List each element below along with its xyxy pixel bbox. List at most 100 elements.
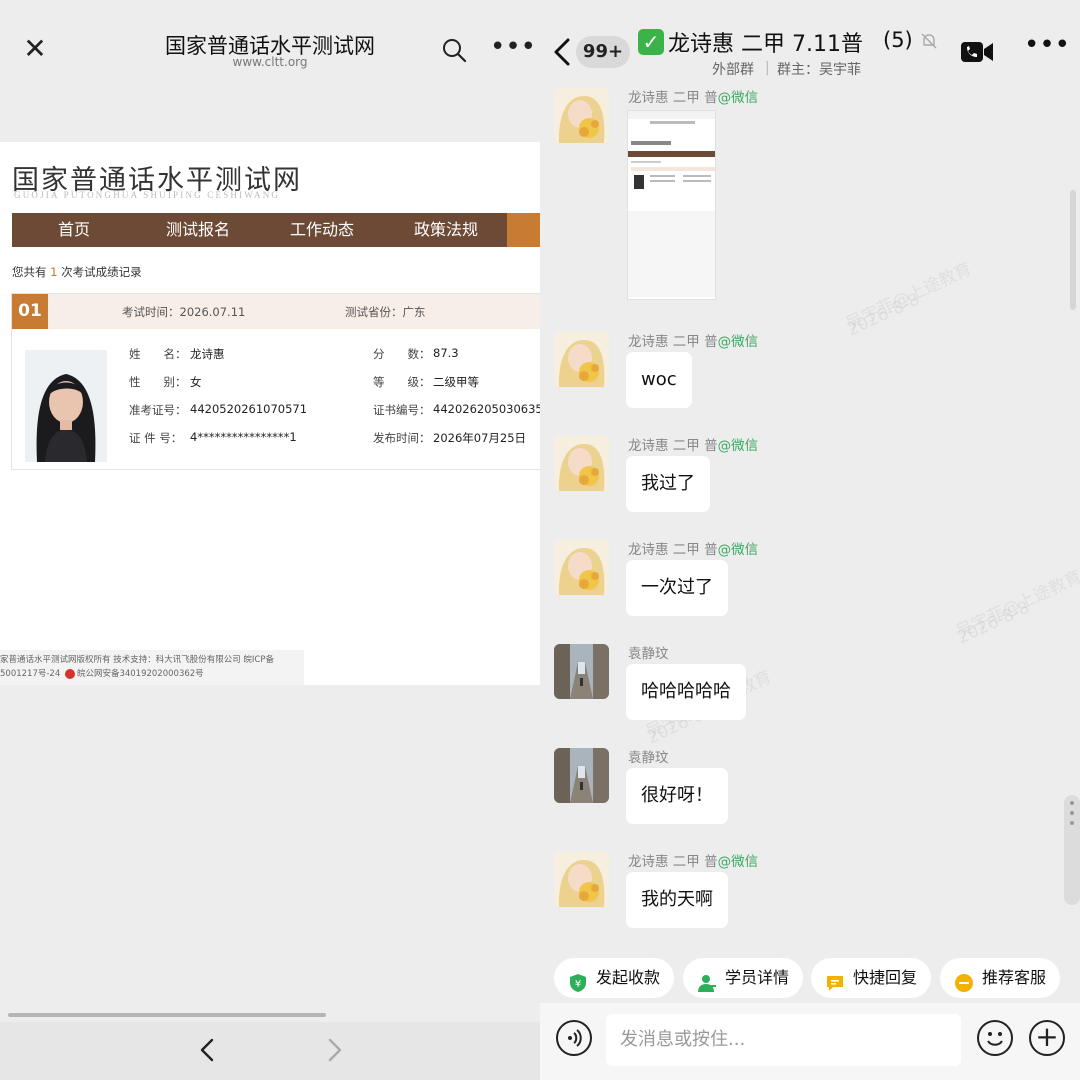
chat-input-bar: 发消息或按住... + [540, 1003, 1080, 1080]
card-number: 01 [12, 294, 48, 329]
check-mark-icon: ✓ [638, 29, 664, 55]
nav-more-edge[interactable] [507, 213, 540, 247]
action-request-payment[interactable]: ¥ 发起收款 [554, 958, 675, 998]
sender-name: 龙诗惠 二甲 普@微信 [628, 86, 758, 106]
screenshot: ✕ 国家普通话水平测试网 www.cltt.org ••• 国家普通话水平测试网… [0, 0, 1080, 1080]
nav-news[interactable]: 工作动态 [260, 213, 384, 247]
unread-badge[interactable]: 99+ [576, 36, 630, 68]
avatar[interactable] [554, 332, 609, 387]
web-content: 国家普通话水平测试网 GUOJIA PUTONGHUA SHUIPING CES… [0, 142, 540, 685]
quick-actions-bar: ¥ 发起收款 学员详情 快捷回复 推荐客服 [540, 958, 1080, 998]
field-label-admission: 准考证号： [129, 403, 187, 417]
sender-name: 袁静玟 [628, 642, 669, 662]
chevron-left-icon[interactable] [194, 1034, 222, 1066]
chevron-right-icon[interactable] [320, 1034, 348, 1066]
sender-label: 龙诗惠 二甲 普 [628, 90, 718, 106]
sender-via: @微信 [717, 854, 759, 870]
phone-video-call-icon[interactable] [960, 40, 994, 64]
footer-line2: 5001217号-24 皖公网安备34019202000362号 [0, 667, 304, 681]
message-bubble[interactable]: 哈哈哈哈哈 [626, 664, 746, 720]
card-header [12, 294, 540, 329]
browser-bottom-nav [0, 1022, 540, 1080]
field-label-score: 分 数： [373, 347, 431, 361]
field-label-level: 等 级： [373, 375, 431, 389]
field-value-level: 二级甲等 [433, 375, 479, 389]
page-url: www.cltt.org [232, 55, 308, 69]
group-owner: 群主：吴宇菲 [777, 62, 861, 78]
site-nav: 首页 测试报名 工作动态 政策法规 [12, 213, 540, 247]
svg-text:¥: ¥ [575, 979, 581, 990]
record-count: 1 [50, 265, 58, 279]
field-label-idcard: 证 件 号： [129, 431, 183, 445]
side-drag-handle[interactable] [1064, 795, 1080, 905]
sender-via: @微信 [717, 90, 759, 106]
mute-bell-icon [920, 32, 938, 50]
emoji-icon[interactable] [977, 1020, 1013, 1056]
candidate-photo [25, 350, 107, 462]
avatar[interactable] [554, 644, 609, 699]
more-icon[interactable]: ••• [490, 34, 536, 64]
footer-line1: 家普通话水平测试网版权所有 技术支持：科大讯飞股份有限公司 皖ICP备 [0, 655, 274, 665]
plus-icon[interactable]: + [1029, 1020, 1065, 1056]
action-label: 快捷回复 [853, 968, 918, 987]
footer-icp[interactable]: 5001217号-24 [0, 669, 60, 679]
message-input[interactable]: 发消息或按住... [606, 1014, 961, 1066]
nav-home[interactable]: 首页 [12, 213, 136, 247]
action-student-details[interactable]: 学员详情 [683, 958, 804, 998]
exam-time: 考试时间：2026.07.11 [122, 304, 245, 320]
field-label-publish: 发布时间： [373, 431, 431, 445]
record-suffix: 次考试成绩记录 [61, 265, 142, 279]
sender-label: 袁静玟 [628, 750, 669, 766]
chat-title: 龙诗惠 二甲 7.11普 [668, 32, 863, 57]
avatar[interactable] [554, 852, 609, 907]
sender-via: @微信 [717, 334, 759, 350]
member-count: (5) [883, 28, 913, 52]
action-label: 发起收款 [596, 968, 661, 987]
close-icon[interactable]: ✕ [20, 34, 50, 64]
service-icon [954, 968, 974, 992]
message-bubble[interactable]: 我的天啊 [626, 872, 728, 928]
message-bubble[interactable]: woc [626, 352, 692, 408]
nav-registration[interactable]: 测试报名 [136, 213, 260, 247]
sender-label: 龙诗惠 二甲 普 [628, 334, 718, 350]
payment-shield-icon: ¥ [568, 968, 588, 992]
chat-bubble-icon [825, 968, 845, 991]
sender-label: 袁静玟 [628, 646, 669, 662]
message-bubble[interactable]: 一次过了 [626, 560, 728, 616]
sender-label: 龙诗惠 二甲 普 [628, 542, 718, 558]
browser-pane: ✕ 国家普通话水平测试网 www.cltt.org ••• 国家普通话水平测试网… [0, 0, 540, 1080]
sender-label: 龙诗惠 二甲 普 [628, 854, 718, 870]
field-label-name: 姓 名： [129, 347, 187, 361]
search-icon[interactable] [440, 36, 468, 64]
sender-name: 龙诗惠 二甲 普@微信 [628, 330, 758, 350]
action-recommend-service[interactable]: 推荐客服 [940, 958, 1061, 998]
exam-time-label: 考试时间： [122, 305, 180, 319]
action-quick-reply[interactable]: 快捷回复 [811, 958, 932, 998]
sender-name: 龙诗惠 二甲 普@微信 [628, 850, 758, 870]
group-type: 外部群 [712, 62, 754, 78]
nav-policy[interactable]: 政策法规 [384, 213, 508, 247]
voice-icon[interactable] [556, 1020, 592, 1056]
field-label-gender: 性 别： [129, 375, 187, 389]
avatar[interactable] [554, 88, 609, 143]
avatar[interactable] [554, 436, 609, 491]
sender-via: @微信 [717, 438, 759, 454]
image-message[interactable] [627, 110, 716, 300]
sender-label: 龙诗惠 二甲 普 [628, 438, 718, 454]
field-value-idcard: 4****************1 [190, 430, 297, 444]
field-value-score: 87.3 [433, 346, 459, 360]
record-summary: 您共有 1 次考试成绩记录 [12, 264, 142, 280]
message-bubble[interactable]: 很好呀！ [626, 768, 728, 824]
police-badge-icon [64, 668, 75, 679]
avatar[interactable] [554, 540, 609, 595]
message-bubble[interactable]: 我过了 [626, 456, 710, 512]
site-footer: 家普通话水平测试网版权所有 技术支持：科大讯飞股份有限公司 皖ICP备 5001… [0, 650, 304, 685]
footer-police[interactable]: 皖公网安备34019202000362号 [77, 669, 204, 679]
chat-scrollbar[interactable] [1070, 190, 1076, 310]
horizontal-scrollbar[interactable] [8, 1013, 326, 1017]
avatar[interactable] [554, 748, 609, 803]
more-icon[interactable]: ••• [1024, 32, 1070, 58]
back-icon[interactable] [550, 34, 574, 70]
action-label: 学员详情 [725, 968, 790, 987]
field-value-publish: 2026年07月25日 [433, 431, 527, 445]
